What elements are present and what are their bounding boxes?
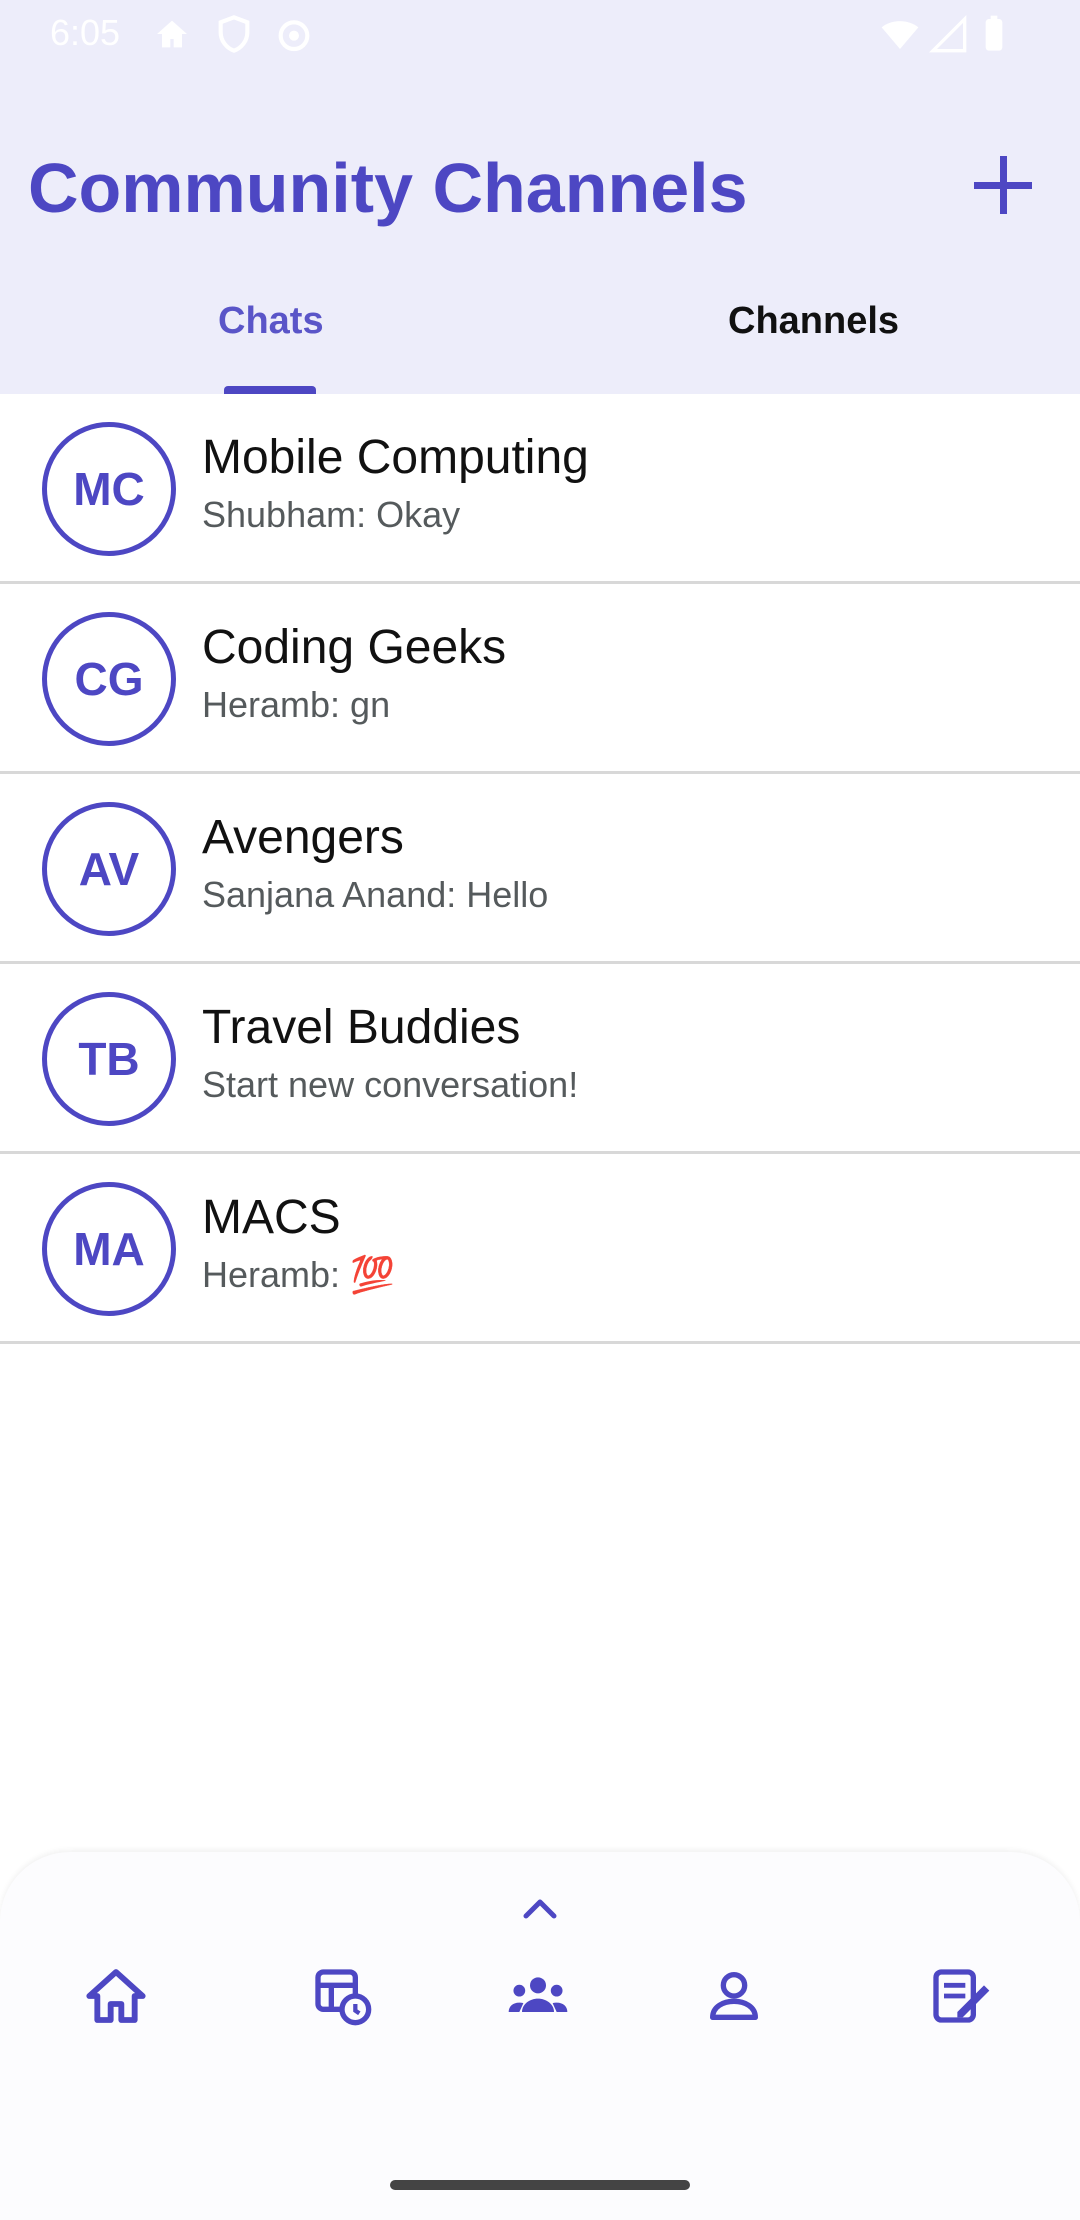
signal-icon [928,14,967,53]
chat-name: Travel Buddies [202,1001,521,1054]
chat-row-macs[interactable]: MA MACS Heramb: 💯 [0,1154,1080,1344]
avatar: MC [42,422,176,556]
chevron-up-icon[interactable] [520,1892,560,1922]
last-message: Heramb: gn [202,684,391,725]
schedule-icon[interactable] [310,1964,374,2028]
chat-row-avengers[interactable]: AV Avengers Sanjana Anand: Hello [0,774,1080,964]
tab-chats[interactable]: Chats [218,300,324,343]
shield-status-icon [218,15,250,53]
home-icon[interactable] [84,1964,148,2028]
last-message: Start new conversation! [202,1064,579,1105]
profile-icon[interactable] [702,1964,766,2028]
wifi-icon [881,21,919,49]
notes-icon[interactable] [928,1964,992,2028]
chat-name: Mobile Computing [202,431,589,484]
chat-row-mobile-computing[interactable]: MC Mobile Computing Shubham: Okay [0,394,1080,584]
selected-tab-indicator [224,386,316,394]
status-time: 6:05 [50,12,121,53]
battery-icon [985,15,1003,51]
status-bar: 6:05 [0,0,1080,66]
avatar: AV [42,802,176,936]
home-indicator [390,2180,690,2190]
last-message: Sanjana Anand: Hello [202,874,549,915]
app-status-icon [278,20,310,52]
chat-name: Coding Geeks [202,621,507,674]
avatar: CG [42,612,176,746]
last-message: Shubham: Okay [202,494,461,535]
avatar: MA [42,1182,176,1316]
chat-row-travel-buddies[interactable]: TB Travel Buddies Start new conversation… [0,964,1080,1154]
chat-row-coding-geeks[interactable]: CG Coding Geeks Heramb: gn [0,584,1080,774]
add-icon[interactable] [968,150,1038,220]
chat-name: Avengers [202,811,404,864]
home-status-icon [157,20,187,48]
page-title: Community Channels [28,149,748,227]
tab-channels[interactable]: Channels [728,300,899,343]
chat-list: MC Mobile Computing Shubham: Okay CG Cod… [0,394,1080,1344]
last-message: Heramb: 💯 [202,1254,395,1295]
chat-name: MACS [202,1191,341,1244]
groups-icon[interactable] [506,1964,570,2028]
avatar: TB [42,992,176,1126]
